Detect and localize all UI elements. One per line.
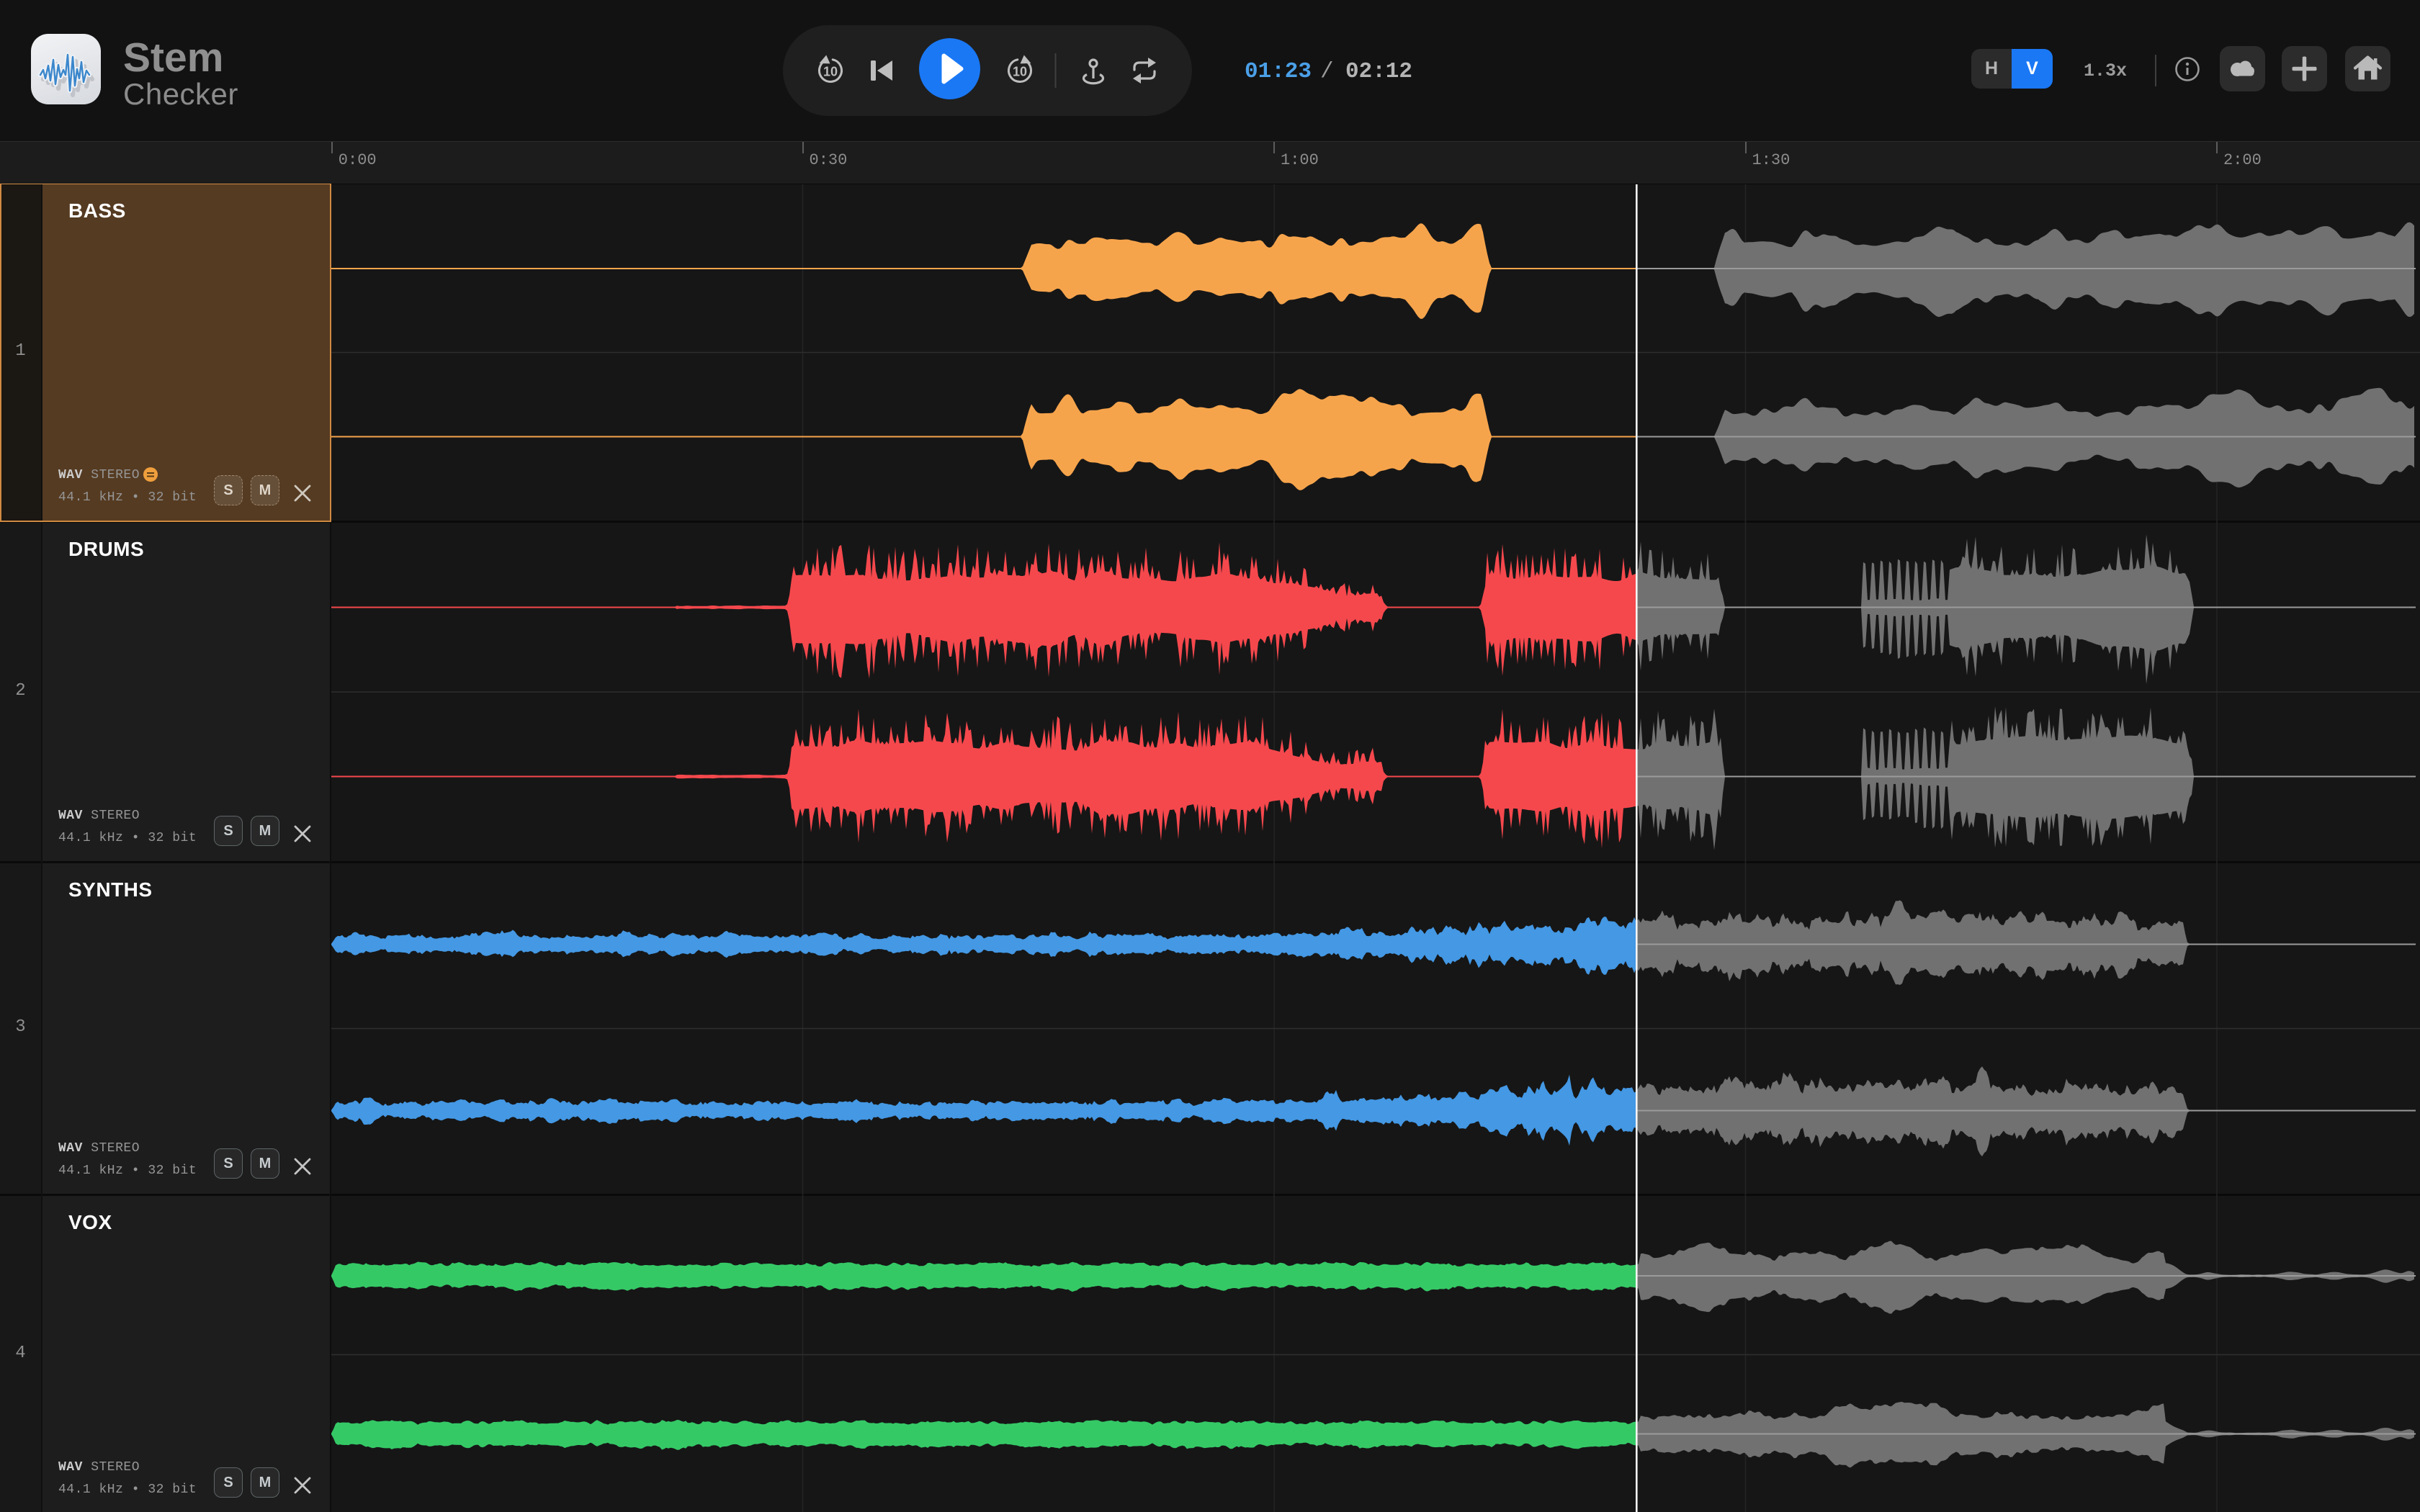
- svg-text:10: 10: [823, 65, 838, 79]
- svg-text:10: 10: [1013, 65, 1027, 79]
